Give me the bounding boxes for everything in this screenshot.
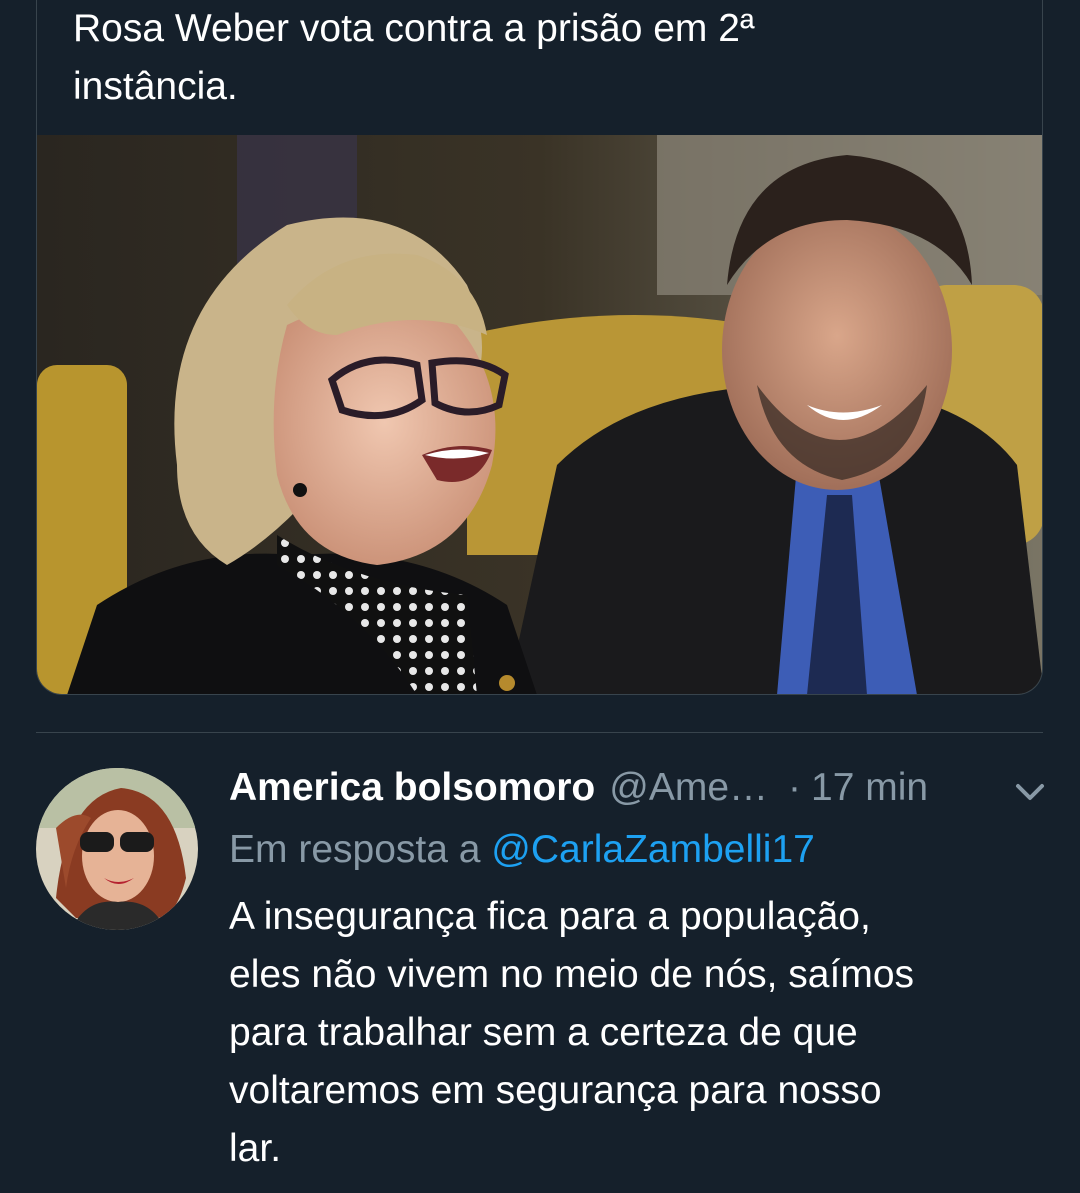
quoted-tweet-card[interactable]: Rosa Weber vota contra a prisão em 2ª in…	[36, 0, 1043, 695]
reply-text-line: lar.	[229, 1127, 282, 1170]
reply-context: Em resposta a @CarlaZambelli17	[229, 822, 815, 878]
chevron-down-icon[interactable]	[1010, 772, 1050, 812]
reply-text-line: para trabalhar sem a certeza de que	[229, 1011, 858, 1054]
reply-to-label: Em resposta a	[229, 828, 481, 871]
tweet-thread-screen: Rosa Weber vota contra a prisão em 2ª in…	[0, 0, 1080, 1193]
timestamp[interactable]: 17 min	[811, 766, 928, 810]
reply-text-line: voltaremos em segurança para nosso	[229, 1069, 882, 1112]
quoted-tweet-photo[interactable]	[37, 135, 1042, 694]
separator-dot: ·	[788, 766, 802, 809]
reply-text-line: A insegurança fica para a população,	[229, 895, 871, 938]
author-handle[interactable]: @Ame…	[609, 766, 768, 810]
quoted-tweet-text-line: Rosa Weber vota contra a prisão em 2ª	[73, 7, 755, 50]
reply-to-handle-link[interactable]: @CarlaZambelli17	[491, 828, 815, 871]
quoted-tweet-text-line: instância.	[73, 65, 238, 108]
divider	[36, 732, 1043, 733]
reply-text-line: eles não vivem no meio de nós, saímos	[229, 953, 915, 996]
quoted-tweet-text: Rosa Weber vota contra a prisão em 2ª in…	[73, 0, 973, 116]
reply-text: A insegurança fica para a população, ele…	[229, 888, 1049, 1178]
reply-header: America bolsomoro @Ame… · 17 min	[229, 758, 1009, 818]
author-name[interactable]: America bolsomoro	[229, 766, 595, 810]
avatar[interactable]	[36, 768, 198, 930]
